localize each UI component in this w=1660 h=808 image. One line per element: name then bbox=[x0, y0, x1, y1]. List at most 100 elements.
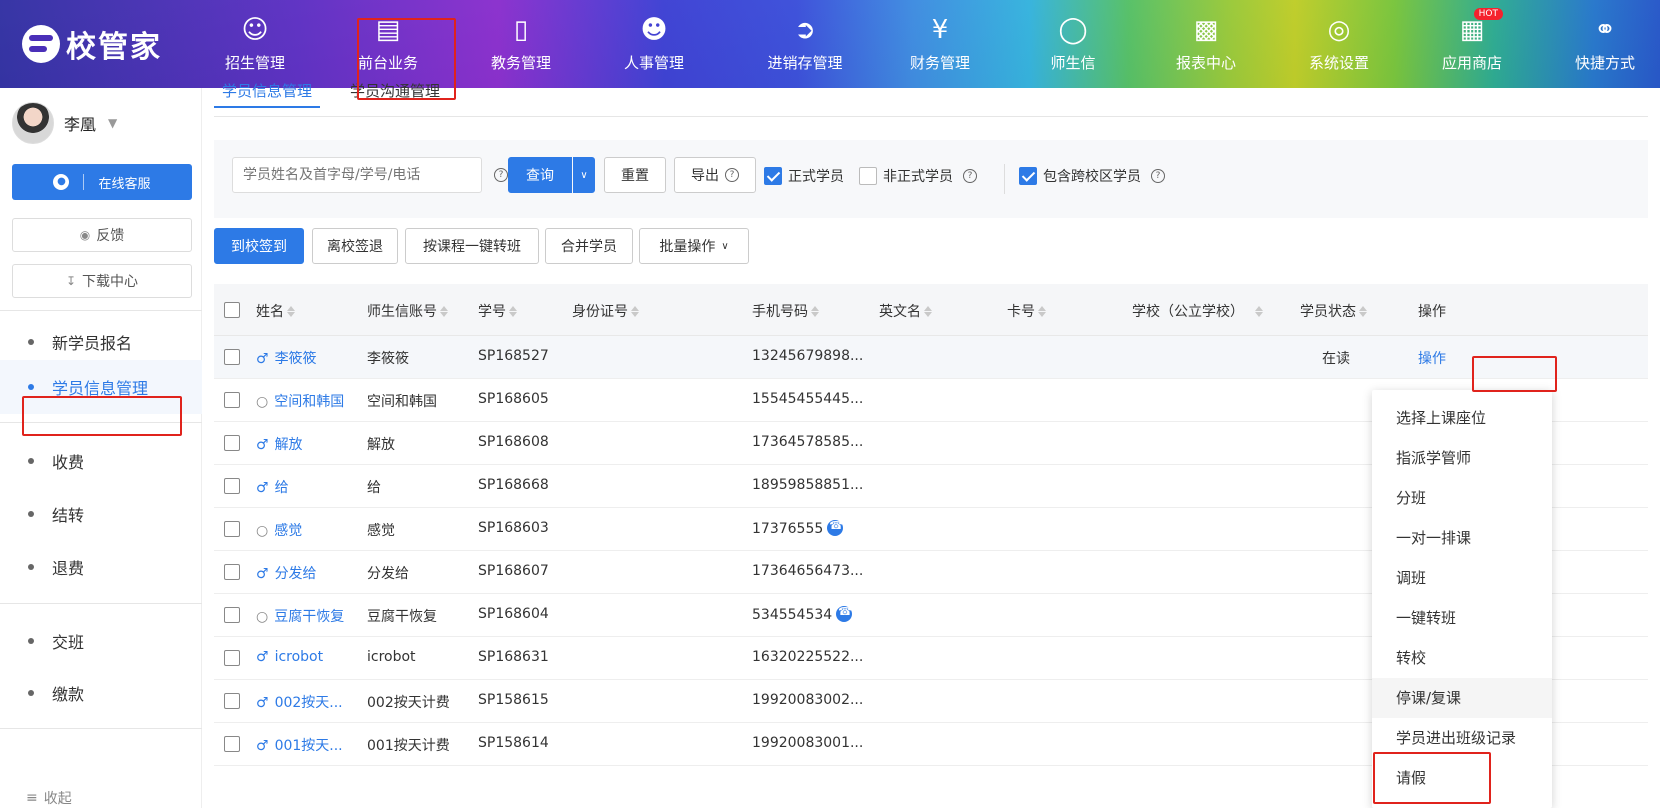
nav-item-finance[interactable]: ¥ 财务管理 bbox=[885, 14, 995, 78]
column-header-card-no[interactable]: 卡号 bbox=[1007, 301, 1046, 321]
column-header-status[interactable]: 学员状态 bbox=[1300, 301, 1367, 321]
chevron-down-icon: ∨ bbox=[721, 240, 729, 252]
caret-down-icon: ▼ bbox=[108, 116, 118, 130]
sidebar-item-fees[interactable]: 收费 bbox=[0, 434, 202, 488]
hot-badge: HOT bbox=[1473, 8, 1503, 20]
column-header-account[interactable]: 师生信账号 bbox=[367, 301, 448, 321]
column-header-english-name[interactable]: 英文名 bbox=[879, 301, 932, 321]
menu-item-class-history[interactable]: 学员进出班级记录 bbox=[1372, 718, 1552, 758]
menu-item-assign-advisor[interactable]: 指派学管师 bbox=[1372, 438, 1552, 478]
table-row[interactable]: ♂ 李筱筱 李筱筱 SP168527 13245679898... 在读 操作 bbox=[214, 336, 1648, 379]
nav-item-academic[interactable]: ▯ 教务管理 bbox=[466, 14, 576, 78]
query-dropdown-button[interactable]: ∨ bbox=[573, 157, 595, 193]
student-name-link[interactable]: ♂ icrobot bbox=[256, 649, 323, 665]
menu-item-leave[interactable]: 请假 bbox=[1372, 758, 1552, 798]
column-header-name[interactable]: 姓名 bbox=[256, 301, 295, 321]
student-name-link[interactable]: ○ 豆腐干恢复 bbox=[256, 606, 344, 626]
student-name-link[interactable]: ♂ 给 bbox=[256, 477, 289, 497]
select-all-checkbox[interactable] bbox=[224, 302, 240, 318]
cross-campus-checkbox[interactable]: 包含跨校区学员 ? bbox=[1019, 166, 1165, 186]
column-header-id-card[interactable]: 身份证号 bbox=[572, 301, 639, 321]
student-name-link[interactable]: ♂ 002按天... bbox=[256, 692, 343, 712]
chart-icon: ▩ bbox=[1193, 15, 1219, 45]
nav-label: 快捷方式 bbox=[1574, 54, 1635, 72]
nav-item-shortcuts[interactable]: ⚭ 快捷方式 bbox=[1550, 14, 1660, 78]
phone-call-icon[interactable] bbox=[836, 605, 853, 622]
student-name-link[interactable]: ♂ 001按天... bbox=[256, 735, 343, 755]
student-name-link[interactable]: ♂ 分发给 bbox=[256, 563, 317, 583]
column-header-student-id[interactable]: 学号 bbox=[478, 301, 517, 321]
checkout-button[interactable]: 离校签退 bbox=[312, 228, 398, 264]
row-checkbox[interactable] bbox=[224, 564, 240, 580]
nav-item-app-store[interactable]: ▦ HOT 应用商店 bbox=[1417, 8, 1527, 78]
account-cell: icrobot bbox=[367, 649, 416, 665]
nav-item-reports[interactable]: ▩ 报表中心 bbox=[1151, 14, 1261, 78]
informal-student-checkbox[interactable]: 非正式学员 ? bbox=[859, 166, 977, 186]
student-name-link[interactable]: ○ 空间和韩国 bbox=[256, 391, 344, 411]
column-label: 姓名 bbox=[256, 304, 284, 320]
nav-item-settings[interactable]: ◎ 系统设置 bbox=[1284, 14, 1394, 78]
menu-item-change-class[interactable]: 调班 bbox=[1372, 558, 1552, 598]
row-checkbox[interactable] bbox=[224, 693, 240, 709]
bullet-icon bbox=[28, 690, 34, 696]
checkin-button[interactable]: 到校签到 bbox=[214, 228, 304, 264]
operations-link[interactable]: 操作 bbox=[1418, 348, 1446, 368]
help-icon[interactable]: ? bbox=[494, 168, 508, 182]
student-name-link[interactable]: ♂ 解放 bbox=[256, 434, 303, 454]
merge-students-button[interactable]: 合并学员 bbox=[545, 228, 633, 264]
reset-button[interactable]: 重置 bbox=[604, 157, 666, 193]
row-checkbox[interactable] bbox=[224, 736, 240, 752]
online-service-button[interactable]: ● 在线客服 bbox=[12, 164, 192, 200]
app-logo[interactable]: 校管家 bbox=[22, 22, 162, 66]
row-checkbox[interactable] bbox=[224, 349, 240, 365]
row-checkbox[interactable] bbox=[224, 607, 240, 623]
nav-item-inventory[interactable]: ➲ 进销存管理 bbox=[750, 14, 860, 78]
menu-item-select-seat[interactable]: 选择上课座位 bbox=[1372, 398, 1552, 438]
formal-student-checkbox[interactable]: 正式学员 bbox=[764, 166, 844, 186]
user-profile[interactable]: 李凰 ▼ bbox=[12, 102, 117, 144]
student-name: 给 bbox=[274, 480, 289, 496]
search-input[interactable] bbox=[232, 157, 482, 193]
menu-item-suspend-resume[interactable]: 停课/复课 bbox=[1372, 678, 1552, 718]
student-name-link[interactable]: ○ 感觉 bbox=[256, 520, 302, 540]
student-name-link[interactable]: ♂ 李筱筱 bbox=[256, 348, 317, 368]
query-button[interactable]: 查询 bbox=[508, 157, 572, 193]
sidebar-item-shift-handover[interactable]: 交班 bbox=[0, 614, 202, 668]
row-checkbox[interactable] bbox=[224, 478, 240, 494]
sidebar-item-student-info[interactable]: 学员信息管理 bbox=[0, 360, 202, 414]
phone-call-icon[interactable] bbox=[827, 519, 844, 536]
row-checkbox[interactable] bbox=[224, 521, 240, 537]
collapse-button[interactable]: ≡ 收起 bbox=[26, 788, 72, 808]
menu-item-transfer-school[interactable]: 转校 bbox=[1372, 638, 1552, 678]
feedback-button[interactable]: ◉ 反馈 bbox=[12, 218, 192, 252]
sidebar-item-refund[interactable]: 退费 bbox=[0, 540, 202, 594]
row-checkbox[interactable] bbox=[224, 392, 240, 408]
download-center-button[interactable]: ↧ 下载中心 bbox=[12, 264, 192, 298]
student-id-cell: SP168668 bbox=[478, 477, 549, 493]
column-header-school[interactable]: 学校（公立学校） bbox=[1132, 301, 1263, 321]
batch-operations-button[interactable]: 批量操作 ∨ bbox=[639, 228, 749, 264]
menu-item-quick-transfer[interactable]: 一键转班 bbox=[1372, 598, 1552, 638]
divider bbox=[83, 174, 85, 190]
sidebar-item-payment[interactable]: 缴款 bbox=[0, 666, 202, 720]
tab-student-communication[interactable]: 学员沟通管理 bbox=[342, 82, 448, 112]
nav-item-messaging[interactable]: ◯ 师生信 bbox=[1018, 14, 1128, 78]
nav-item-admissions[interactable]: ☺ 招生管理 bbox=[200, 14, 310, 78]
link-icon: ⚭ bbox=[1594, 15, 1616, 45]
row-checkbox[interactable] bbox=[224, 435, 240, 451]
transfer-by-course-button[interactable]: 按课程一键转班 bbox=[405, 228, 539, 264]
tab-student-info[interactable]: 学员信息管理 bbox=[214, 82, 321, 112]
menu-item-assign-class[interactable]: 分班 bbox=[1372, 478, 1552, 518]
sidebar-item-carryover[interactable]: 结转 bbox=[0, 487, 202, 541]
column-header-phone[interactable]: 手机号码 bbox=[752, 301, 819, 321]
student-id-cell: SP168527 bbox=[478, 348, 549, 364]
nav-item-hr[interactable]: ☻ 人事管理 bbox=[599, 14, 709, 78]
menu-item-one-on-one-schedule[interactable]: 一对一排课 bbox=[1372, 518, 1552, 558]
male-icon: ♂ bbox=[256, 351, 269, 367]
student-id-cell: SP168604 bbox=[478, 606, 549, 622]
male-icon: ♂ bbox=[256, 566, 269, 582]
nav-item-front-desk[interactable]: ▤ 前台业务 bbox=[333, 14, 443, 78]
row-checkbox[interactable] bbox=[224, 650, 240, 666]
export-button[interactable]: 导出 ? bbox=[674, 157, 756, 193]
avatar bbox=[12, 102, 54, 144]
